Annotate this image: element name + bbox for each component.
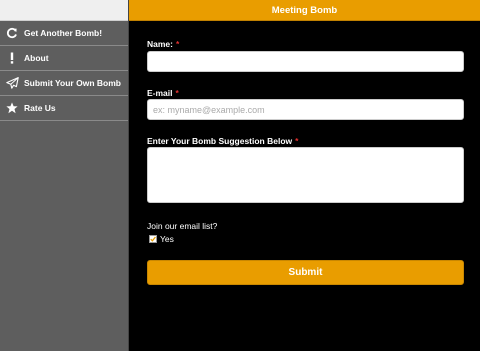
main-content: Meeting Bomb Name:* E-mail* Enter Your B… [129,0,480,351]
checkmark-icon [150,236,156,242]
suggestion-field[interactable] [147,147,464,203]
app-header: Meeting Bomb [129,0,480,21]
page-title: Meeting Bomb [271,4,338,16]
sidebar-header [0,0,128,21]
sidebar-item-label: Get Another Bomb! [24,28,103,38]
sidebar-item-submit-your-own-bomb[interactable]: Submit Your Own Bomb [0,71,128,96]
name-field[interactable] [147,51,464,72]
email-list-option[interactable]: Yes [149,234,174,244]
submit-button[interactable]: Submit [147,260,464,285]
required-marker: * [175,88,179,98]
paper-plane-icon [0,77,24,89]
sidebar-item-label: Rate Us [24,103,56,113]
email-label: E-mail * [147,88,179,98]
sidebar-item-label: About [24,53,49,63]
required-marker: * [295,136,299,146]
exclamation-icon [0,52,24,64]
email-list-label: Join our email list? [147,221,218,231]
sidebar-item-get-another-bomb[interactable]: Get Another Bomb! [0,21,128,46]
sidebar-item-about[interactable]: About [0,46,128,71]
refresh-icon [0,27,24,39]
star-icon [0,102,24,114]
email-list-checkbox[interactable] [149,235,157,243]
suggestion-label: Enter Your Bomb Suggestion Below * [147,136,299,146]
required-marker: * [175,39,180,49]
email-field[interactable] [147,99,464,120]
sidebar: Get Another Bomb! About Submit Your Own … [0,0,129,351]
name-label: Name: * [147,39,180,49]
email-list-option-label: Yes [160,234,174,244]
sidebar-item-label: Submit Your Own Bomb [24,78,121,88]
sidebar-item-rate-us[interactable]: Rate Us [0,96,128,121]
